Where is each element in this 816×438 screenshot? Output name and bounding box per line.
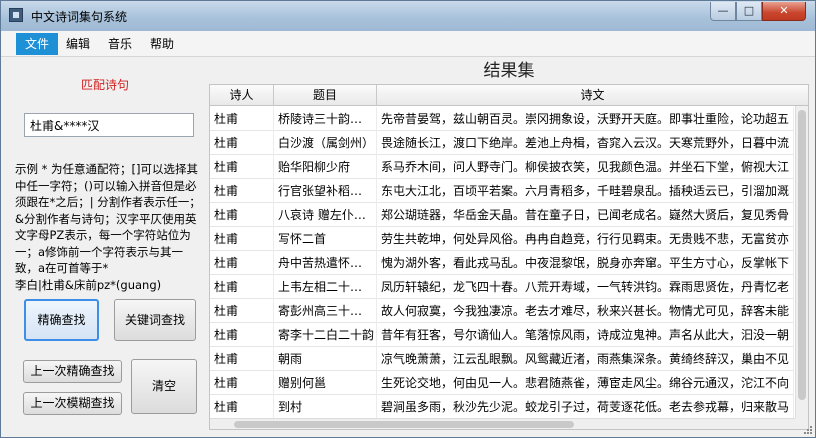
horizontal-scroll-thumb[interactable] (234, 421, 574, 428)
cell-poet: 杜甫 (210, 179, 274, 203)
keyword-search-button[interactable]: 关键词查找 (114, 299, 196, 341)
table-row[interactable]: 杜甫 白沙渡（属剑州） 畏途随长江，渡口下绝岸。差池上舟楫，杳窕入云汉。天寒荒野外，… (210, 131, 794, 155)
table-row[interactable]: 杜甫 寄彭州高三十… 故人何寂寞，今我独凄凉。老去才难尽，秋来兴甚长。物情尤可见，辞… (210, 299, 794, 323)
cell-poet: 杜甫 (210, 395, 274, 419)
cell-poet: 杜甫 (210, 227, 274, 251)
column-header-poet[interactable]: 诗人 (210, 85, 274, 106)
vertical-scrollbar[interactable] (795, 106, 808, 418)
table-row[interactable]: 杜甫 到村 碧涧虽多雨，秋沙先少泥。蛟龙引子过，荷芰逐花低。老去参戎幕，归来散马 (210, 395, 794, 419)
app-window: 中文诗词集句系统 — □ ✕ 文件 编辑 音乐 帮助 匹配诗句 示例 * 为任意… (0, 0, 816, 438)
cell-poet: 杜甫 (210, 347, 274, 371)
cell-title: 写怀二首 (274, 227, 377, 251)
table-row[interactable]: 杜甫 朝雨 凉气晚萧萧，江云乱眼飘。风鸳藏近渚，雨燕集深条。黄绮终辞汉，巢由不见 (210, 347, 794, 371)
cell-title: 朝雨 (274, 347, 377, 371)
cell-text: 先帝昔晏驾，兹山朝百灵。崇冈拥象设，沃野开天庭。即事壮重险，论功超五 (377, 107, 794, 131)
table-row[interactable]: 杜甫 桥陵诗三十韵… 先帝昔晏驾，兹山朝百灵。崇冈拥象设，沃野开天庭。即事壮重险，论… (210, 107, 794, 131)
cell-title: 白沙渡（属剑州） (274, 131, 377, 155)
cell-title: 桥陵诗三十韵… (274, 107, 377, 131)
cell-title: 八哀诗 赠左仆… (274, 203, 377, 227)
column-header-text[interactable]: 诗文 (377, 85, 808, 106)
menu-edit[interactable]: 编辑 (57, 33, 99, 55)
cell-text: 昔年有狂客，号尔谪仙人。笔落惊风雨，诗成泣鬼神。声名从此大，汩没一朝 (377, 323, 794, 347)
cell-text: 凉气晚萧萧，江云乱眼飘。风鸳藏近渚，雨燕集深条。黄绮终辞汉，巢由不见 (377, 347, 794, 371)
cell-text: 郑公瑚琏器，华岳金天晶。昔在童子日，已闻老成名。嶷然大贤后，复见秀骨 (377, 203, 794, 227)
resize-grip-icon[interactable] (803, 425, 813, 435)
menu-file[interactable]: 文件 (16, 33, 59, 55)
table-row[interactable]: 杜甫 行官张望补稻… 东屯大江北，百顷平若案。六月青稻多，千畦碧泉乱。插秧适云已，引… (210, 179, 794, 203)
cell-poet: 杜甫 (210, 251, 274, 275)
table-row[interactable]: 杜甫 上韦左相二十… 凤历轩辕纪，龙飞四十春。八荒开寿域，一气转洪钧。霖雨思贤佐，丹… (210, 275, 794, 299)
title-bar[interactable]: 中文诗词集句系统 — □ ✕ (1, 1, 815, 31)
table-row[interactable]: 杜甫 贻华阳柳少府 系马乔木间，问人野寺门。柳侯披衣笑，见我颜色温。并坐石下堂，俯视… (210, 155, 794, 179)
cell-poet: 杜甫 (210, 299, 274, 323)
cell-title: 上韦左相二十… (274, 275, 377, 299)
cell-text: 故人何寂寞，今我独凄凉。老去才难尽，秋来兴甚长。物情尤可见，辞客未能 (377, 299, 794, 323)
cell-title: 寄李十二白二十韵 (274, 323, 377, 347)
cell-poet: 杜甫 (210, 323, 274, 347)
previous-fuzzy-search-button[interactable]: 上一次模糊查找 (23, 392, 122, 415)
cell-text: 畏途随长江，渡口下绝岸。差池上舟楫，杳窕入云汉。天寒荒野外，日暮中流 (377, 131, 794, 155)
syntax-example: 李白|杜甫&床前pz*(guang) (15, 278, 162, 292)
table-row[interactable]: 杜甫 寄李十二白二十韵 昔年有狂客，号尔谪仙人。笔落惊风雨，诗成泣鬼神。声名从此大，… (210, 323, 794, 347)
cell-text: 生死论交地，何由见一人。悲君随燕雀，薄宦走风尘。绵谷元通汉，沱江不向 (377, 371, 794, 395)
cell-title: 贻华阳柳少府 (274, 155, 377, 179)
previous-exact-search-button[interactable]: 上一次精确查找 (23, 360, 122, 383)
cell-poet: 杜甫 (210, 155, 274, 179)
table-row[interactable]: 杜甫 八哀诗 赠左仆… 郑公瑚琏器，华岳金天晶。昔在童子日，已闻老成名。嶷然大贤后，… (210, 203, 794, 227)
cell-text: 凤历轩辕纪，龙飞四十春。八荒开寿域，一气转洪钧。霖雨思贤佐，丹青忆老 (377, 275, 794, 299)
menu-help[interactable]: 帮助 (141, 33, 183, 55)
cell-title: 赠别何邕 (274, 371, 377, 395)
cell-poet: 杜甫 (210, 275, 274, 299)
table-row[interactable]: 杜甫 写怀二首 劳生共乾坤，何处异风俗。冉冉自趋竞，行行见羁束。无贵贱不悲，无富贫亦 (210, 227, 794, 251)
maximize-button[interactable]: □ (736, 2, 762, 21)
cell-text: 碧涧虽多雨，秋沙先少泥。蛟龙引子过，荷芰逐花低。老去参戎幕，归来散马 (377, 395, 794, 419)
horizontal-scrollbar[interactable] (210, 418, 795, 429)
search-panel: 匹配诗句 示例 * 为任意通配符；[]可以选择其中任一字符；()可以输入拼音但是… (1, 58, 209, 436)
cell-text: 愧为湖外客，看此戎马乱。中夜混黎氓，脱身亦奔窜。平生方寸心，反掌帐下 (377, 251, 794, 275)
results-table: 诗人 题目 诗文 杜甫 桥陵诗三十韵… 先帝昔晏驾，兹山朝百灵。崇冈拥象设，沃野开天… (209, 84, 809, 430)
cell-text: 劳生共乾坤，何处异风俗。冉冉自趋竞，行行见羁束。无贵贱不悲，无富贫亦 (377, 227, 794, 251)
clear-button[interactable]: 清空 (131, 359, 197, 414)
exact-search-button[interactable]: 精确查找 (24, 299, 99, 341)
table-row[interactable]: 杜甫 赠别何邕 生死论交地，何由见一人。悲君随燕雀，薄宦走风尘。绵谷元通汉，沱江不向 (210, 371, 794, 395)
vertical-scroll-thumb[interactable] (798, 110, 806, 400)
cell-poet: 杜甫 (210, 131, 274, 155)
window-title: 中文诗词集句系统 (31, 10, 128, 24)
cell-title: 到村 (274, 395, 377, 419)
syntax-hint: 示例 * 为任意通配符；[]可以选择其中任一字符；()可以输入拼音但是必须跟在*… (15, 162, 201, 275)
search-input[interactable] (24, 113, 194, 137)
app-icon (9, 8, 23, 22)
column-header-title[interactable]: 题目 (274, 85, 377, 106)
cell-title: 舟中苦热遣怀… (274, 251, 377, 275)
cell-poet: 杜甫 (210, 371, 274, 395)
table-row[interactable]: 杜甫 舟中苦热遣怀… 愧为湖外客，看此戎马乱。中夜混黎氓，脱身亦奔窜。平生方寸心，反… (210, 251, 794, 275)
cell-title: 寄彭州高三十… (274, 299, 377, 323)
minimize-button[interactable]: — (710, 2, 736, 21)
menu-music[interactable]: 音乐 (99, 33, 141, 55)
menu-bar: 文件 编辑 音乐 帮助 (1, 31, 815, 57)
close-button[interactable]: ✕ (762, 2, 806, 21)
cell-text: 系马乔木间，问人野寺门。柳侯披衣笑，见我颜色温。并坐石下堂，俯视大江 (377, 155, 794, 179)
cell-poet: 杜甫 (210, 203, 274, 227)
cell-text: 东屯大江北，百顷平若案。六月青稻多，千畦碧泉乱。插秧适云已，引溜加溉 (377, 179, 794, 203)
cell-title: 行官张望补稻… (274, 179, 377, 203)
results-title: 结果集 (483, 61, 535, 81)
cell-poet: 杜甫 (210, 107, 274, 131)
table-header: 诗人 题目 诗文 (210, 85, 808, 106)
match-heading: 匹配诗句 (80, 78, 129, 92)
